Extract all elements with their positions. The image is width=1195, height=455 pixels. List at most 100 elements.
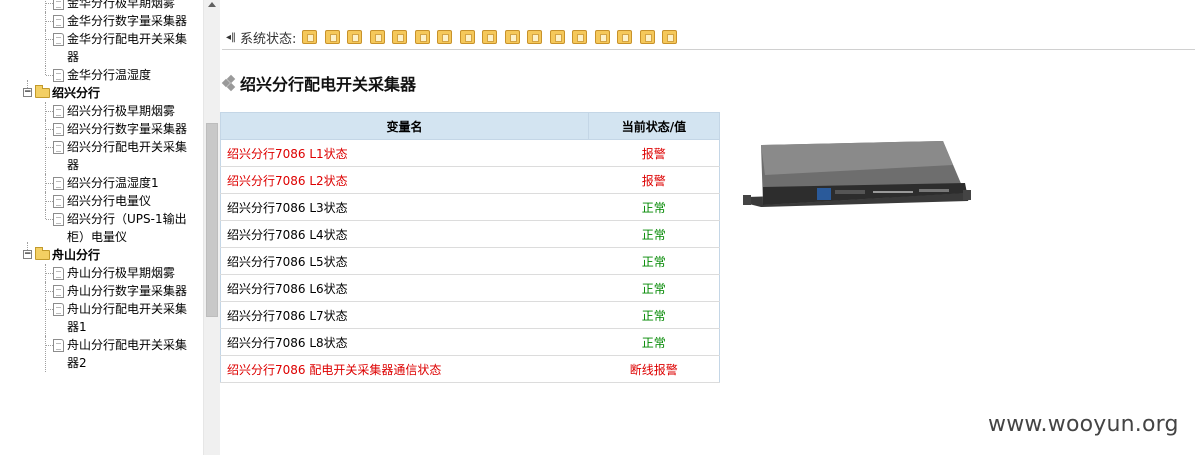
- tree-item[interactable]: 绍兴分行配电开关采集器: [0, 138, 203, 174]
- tree-connector: [46, 75, 53, 76]
- tree-item-label[interactable]: 金华分行极早期烟雾: [67, 0, 187, 12]
- variable-name: 绍兴分行7086 L1状态: [220, 139, 589, 167]
- status-icons: [302, 30, 685, 44]
- document-icon: [53, 0, 64, 10]
- tree-item-label[interactable]: 绍兴分行（UPS-1输出柜）电量仪: [67, 210, 187, 246]
- tree-item-label[interactable]: 绍兴分行数字量采集器: [67, 120, 187, 138]
- status-value: 报警: [588, 139, 720, 167]
- tree-item-label[interactable]: 绍兴分行温湿度1: [67, 174, 187, 192]
- tree-connector: [45, 210, 46, 219]
- tree-connector: [46, 201, 53, 202]
- tree-item-label[interactable]: 舟山分行极早期烟雾: [67, 264, 187, 282]
- tree-connector: [46, 147, 53, 148]
- status-light-icon[interactable]: [347, 30, 363, 44]
- status-light-icon[interactable]: [324, 30, 340, 44]
- tree-item[interactable]: 金华分行数字量采集器: [0, 12, 203, 30]
- status-light-icon[interactable]: [392, 30, 408, 44]
- status-light-icon[interactable]: [549, 30, 565, 44]
- document-icon: [53, 267, 64, 280]
- collapse-toggle-icon[interactable]: −: [23, 88, 32, 97]
- status-light-icon[interactable]: [482, 30, 498, 44]
- tree-item-label[interactable]: 舟山分行配电开关采集器1: [67, 300, 187, 336]
- status-value: 断线报警: [588, 355, 720, 383]
- table-row: 绍兴分行7086 L2状态 报警: [220, 166, 720, 194]
- status-light-icon[interactable]: [459, 30, 475, 44]
- table-row: 绍兴分行7086 L3状态 正常: [220, 193, 720, 221]
- tree-item[interactable]: 舟山分行配电开关采集器2: [0, 336, 203, 372]
- tree-item[interactable]: 舟山分行极早期烟雾: [0, 264, 203, 282]
- status-light-icon[interactable]: [639, 30, 655, 44]
- tree-item-label[interactable]: 绍兴分行配电开关采集器: [67, 138, 187, 174]
- document-icon: [53, 141, 64, 154]
- speaker-icon[interactable]: ◂‖: [226, 32, 240, 43]
- tree-item[interactable]: 金华分行配电开关采集器: [0, 30, 203, 66]
- tree-item[interactable]: 舟山分行数字量采集器: [0, 282, 203, 300]
- status-light-icon[interactable]: [594, 30, 610, 44]
- variable-name: 绍兴分行7086 L8状态: [220, 328, 589, 356]
- document-icon: [53, 303, 64, 316]
- status-value: 正常: [588, 193, 720, 221]
- table-row: 绍兴分行7086 L7状态 正常: [220, 301, 720, 329]
- status-light-icon[interactable]: [414, 30, 430, 44]
- tree-item[interactable]: 绍兴分行（UPS-1输出柜）电量仪: [0, 210, 203, 246]
- status-light-icon[interactable]: [302, 30, 318, 44]
- document-icon: [53, 213, 64, 226]
- status-light-icon[interactable]: [504, 30, 520, 44]
- folder-open-icon: [35, 247, 50, 260]
- document-icon: [53, 339, 64, 352]
- tree-item[interactable]: 绍兴分行数字量采集器: [0, 120, 203, 138]
- tree-connector: [46, 291, 53, 292]
- tree-connector: [45, 336, 46, 372]
- divider: [222, 49, 1195, 50]
- tree-connector: [46, 219, 53, 220]
- status-light-icon[interactable]: [662, 30, 678, 44]
- tree-item-label[interactable]: 绍兴分行电量仪: [67, 192, 187, 210]
- collapse-toggle-icon[interactable]: −: [23, 250, 32, 259]
- tree-connector: [45, 300, 46, 336]
- tree-connector: [46, 183, 53, 184]
- scroll-up-icon[interactable]: [208, 2, 216, 7]
- status-light-icon[interactable]: [437, 30, 453, 44]
- tree-item-label[interactable]: 绍兴分行极早期烟雾: [67, 102, 187, 120]
- status-light-icon[interactable]: [527, 30, 543, 44]
- status-light-icon[interactable]: [369, 30, 385, 44]
- system-status-bar: ◂‖ 系统状态:: [226, 28, 685, 47]
- status-value: 报警: [588, 166, 720, 194]
- sidebar-tree: 金华分行极早期烟雾 金华分行数字量采集器 金华分行配电开关采集器 金华分行温湿度 − 绍兴…: [0, 0, 203, 455]
- column-header-name: 变量名: [220, 112, 589, 140]
- tree-item-label[interactable]: 舟山分行配电开关采集器2: [67, 336, 187, 372]
- variable-name: 绍兴分行7086 L6状态: [220, 274, 589, 302]
- status-value: 正常: [588, 328, 720, 356]
- tree-connector: [45, 0, 46, 12]
- watermark: www.wooyun.org: [988, 412, 1179, 437]
- tree-group[interactable]: − 舟山分行: [0, 242, 203, 264]
- tree-connector: [46, 3, 53, 4]
- tree-item-label[interactable]: 金华分行配电开关采集器: [67, 30, 187, 66]
- scrollbar-thumb[interactable]: [206, 123, 218, 317]
- table-row: 绍兴分行7086 L6状态 正常: [220, 274, 720, 302]
- status-value: 正常: [588, 301, 720, 329]
- variable-table: 变量名 当前状态/值 绍兴分行7086 L1状态 报警 绍兴分行7086 L2状态报…: [220, 112, 720, 383]
- tree-item-label[interactable]: 金华分行温湿度: [67, 66, 187, 84]
- status-light-icon[interactable]: [572, 30, 588, 44]
- table-row: 绍兴分行7086 L8状态 正常: [220, 328, 720, 356]
- variable-name: 绍兴分行7086 配电开关采集器通信状态: [220, 355, 589, 383]
- tree-item[interactable]: 绍兴分行极早期烟雾: [0, 102, 203, 120]
- document-icon: [53, 69, 64, 82]
- tree-connector: [46, 111, 53, 112]
- tree-item-label[interactable]: 金华分行数字量采集器: [67, 12, 187, 30]
- tree-item[interactable]: 金华分行温湿度: [0, 66, 203, 84]
- tree-item[interactable]: 舟山分行配电开关采集器1: [0, 300, 203, 336]
- tree-item[interactable]: 绍兴分行温湿度1: [0, 174, 203, 192]
- status-light-icon[interactable]: [617, 30, 633, 44]
- page-title: 绍兴分行配电开关采集器: [240, 75, 417, 94]
- tree-item[interactable]: 金华分行极早期烟雾: [0, 0, 203, 12]
- sidebar-scrollbar[interactable]: [203, 0, 220, 455]
- tree-group[interactable]: − 绍兴分行: [0, 80, 203, 102]
- variable-name: 绍兴分行7086 L4状态: [220, 220, 589, 248]
- table-row: 绍兴分行7086 配电开关采集器通信状态 断线报警: [220, 355, 720, 383]
- status-value: 正常: [588, 247, 720, 275]
- tree-item-label[interactable]: 舟山分行数字量采集器: [67, 282, 187, 300]
- tree-item[interactable]: 绍兴分行电量仪: [0, 192, 203, 210]
- variable-name: 绍兴分行7086 L3状态: [220, 193, 589, 221]
